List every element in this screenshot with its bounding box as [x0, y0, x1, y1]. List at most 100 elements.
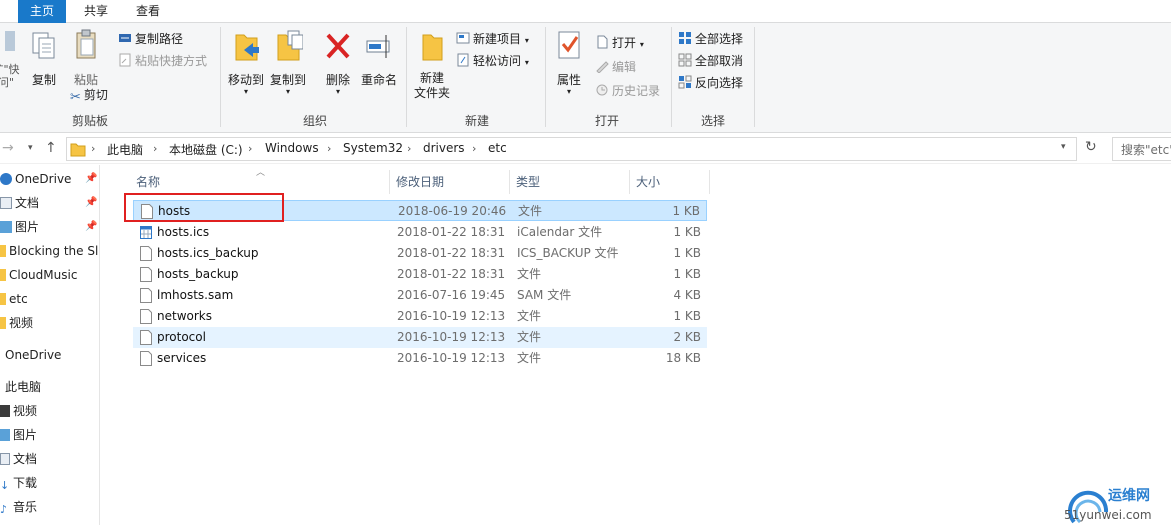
- new-folder-label-2: 文件夹: [413, 86, 450, 100]
- file-row-hosts-ics[interactable]: hosts.ics 2018-01-22 18:31 iCalendar 文件 …: [133, 222, 707, 243]
- rename-button[interactable]: 重命名: [358, 27, 400, 88]
- crumb-separator-icon: ›: [327, 142, 332, 155]
- file-date: 2016-10-19 12:13: [397, 351, 506, 365]
- invert-selection-button[interactable]: 反向选择: [678, 73, 743, 93]
- breadcrumb-drivers[interactable]: drivers: [423, 141, 465, 155]
- breadcrumb-system32[interactable]: System32: [343, 141, 403, 155]
- select-all-button[interactable]: 全部选择: [678, 29, 743, 49]
- search-input[interactable]: 搜索"etc": [1112, 137, 1171, 161]
- column-header-date[interactable]: 修改日期: [390, 170, 510, 194]
- music-icon: ♪: [0, 503, 8, 516]
- dropdown-arrow-icon: ▾: [524, 36, 529, 45]
- nav-item-videos[interactable]: 视频: [0, 400, 37, 422]
- paste-shortcut-icon: [119, 53, 131, 67]
- nav-item-music[interactable]: ♪ 音乐: [0, 496, 37, 518]
- file-type: 文件: [517, 267, 542, 281]
- nav-item-blocking[interactable]: Blocking the Sl: [0, 240, 98, 262]
- column-header-size[interactable]: 大小: [630, 170, 710, 194]
- group-select-label: 选择: [700, 114, 725, 128]
- delete-button[interactable]: 删除 ▾: [320, 27, 356, 96]
- folder-icon: [0, 317, 6, 329]
- select-all-icon: [679, 32, 691, 44]
- file-date: 2018-06-19 20:46: [398, 204, 507, 218]
- pin-icon: [5, 31, 15, 51]
- select-none-button[interactable]: 全部取消: [678, 51, 743, 71]
- refresh-icon[interactable]: ↻: [1085, 139, 1097, 155]
- cut-button[interactable]: ✂ 剪切: [70, 85, 108, 105]
- nav-item-etc[interactable]: etc: [0, 288, 28, 310]
- file-type: 文件: [517, 330, 542, 344]
- file-size: 4 KB: [673, 288, 701, 302]
- ribbon-divider: [545, 27, 546, 127]
- properties-label: 属性: [556, 73, 581, 87]
- file-row-hosts-ics-backup[interactable]: hosts.ics_backup 2018-01-22 18:31 ICS_BA…: [133, 243, 707, 264]
- nav-item-videos-quick[interactable]: 视频: [0, 312, 33, 334]
- nav-item-this-pc[interactable]: 此电脑: [5, 376, 41, 398]
- nav-item-cloudmusic[interactable]: CloudMusic: [0, 264, 77, 286]
- up-arrow-icon[interactable]: ↑: [45, 140, 57, 156]
- nav-item-pictures-pc[interactable]: 图片: [0, 424, 37, 446]
- file-size: 1 KB: [673, 309, 701, 323]
- copy-to-button[interactable]: 复制到 ▾: [268, 27, 308, 96]
- dropdown-arrow-icon: ▾: [639, 40, 644, 49]
- folder-icon: [0, 293, 6, 305]
- file-row-services[interactable]: services 2016-10-19 12:13 文件 18 KB: [133, 348, 707, 369]
- open-button[interactable]: 打开 ▾: [595, 33, 644, 53]
- properties-icon: [558, 31, 580, 59]
- forward-arrow-icon[interactable]: →: [2, 140, 14, 156]
- breadcrumb-etc[interactable]: etc: [488, 141, 507, 155]
- nav-item-pictures[interactable]: 图片: [0, 216, 39, 238]
- file-name: networks: [157, 309, 212, 323]
- easy-access-icon: [457, 53, 469, 67]
- history-button[interactable]: 历史记录: [595, 81, 660, 101]
- edit-label: 编辑: [612, 60, 637, 74]
- address-bar[interactable]: › 此电脑 › 本地磁盘 (C:) › Windows › System32 ›…: [66, 137, 1077, 161]
- new-folder-label-1: 新建: [419, 71, 444, 85]
- tab-share[interactable]: 共享: [72, 0, 120, 23]
- new-folder-button[interactable]: 新建 文件夹: [412, 27, 452, 101]
- file-type: 文件: [517, 351, 542, 365]
- nav-item-downloads[interactable]: ↓ 下载: [0, 472, 37, 494]
- pin-quick-access-button[interactable]: 扩"快 问": [0, 27, 20, 89]
- nav-item-onedrive[interactable]: OneDrive: [0, 168, 71, 190]
- file-size: 1 KB: [673, 246, 701, 260]
- crumb-separator-icon: ›: [248, 142, 253, 155]
- breadcrumb-local-disk[interactable]: 本地磁盘 (C:): [169, 141, 243, 158]
- properties-button[interactable]: 属性 ▾: [551, 27, 587, 96]
- select-none-icon: [678, 53, 692, 67]
- copy-button[interactable]: 复制: [26, 27, 62, 88]
- file-row-protocol[interactable]: protocol 2016-10-19 12:13 文件 2 KB: [133, 327, 707, 348]
- new-item-button[interactable]: 新建项目 ▾: [456, 29, 529, 49]
- file-date: 2016-10-19 12:13: [397, 309, 506, 323]
- column-header-type[interactable]: 类型: [510, 170, 630, 194]
- invert-selection-icon: [678, 75, 692, 89]
- nav-item-documents-pc[interactable]: 文档: [0, 448, 37, 470]
- nav-item-onedrive-root[interactable]: OneDrive: [5, 344, 61, 366]
- column-header-name[interactable]: 名称: [130, 170, 390, 194]
- file-name: protocol: [157, 330, 206, 344]
- file-size: 1 KB: [673, 225, 701, 239]
- nav-item-documents[interactable]: 文档: [0, 192, 39, 214]
- edit-icon: [596, 61, 609, 73]
- copy-path-button[interactable]: 复制路径: [118, 29, 183, 49]
- paste-shortcut-button[interactable]: 粘贴快捷方式: [118, 51, 207, 71]
- edit-button[interactable]: 编辑: [595, 57, 636, 77]
- tab-view[interactable]: 查看: [124, 0, 172, 23]
- breadcrumb-this-pc[interactable]: 此电脑: [107, 141, 143, 158]
- file-name: lmhosts.sam: [157, 288, 234, 302]
- easy-access-button[interactable]: 轻松访问 ▾: [456, 51, 529, 71]
- copy-path-label: 复制路径: [135, 32, 184, 46]
- file-row-hosts-backup[interactable]: hosts_backup 2018-01-22 18:31 文件 1 KB: [133, 264, 707, 285]
- tab-home[interactable]: 主页: [18, 0, 66, 23]
- breadcrumb-windows[interactable]: Windows: [265, 141, 319, 155]
- address-dropdown-icon[interactable]: ▾: [1061, 142, 1066, 152]
- recent-locations-icon[interactable]: ▾: [28, 143, 33, 153]
- file-icon: [140, 267, 152, 282]
- file-row-lmhosts[interactable]: lmhosts.sam 2016-07-16 19:45 SAM 文件 4 KB: [133, 285, 707, 306]
- ribbon-divider: [754, 27, 755, 127]
- file-row-networks[interactable]: networks 2016-10-19 12:13 文件 1 KB: [133, 306, 707, 327]
- move-to-button[interactable]: 移动到 ▾: [226, 27, 266, 96]
- file-name: services: [157, 351, 207, 365]
- ribbon-divider: [220, 27, 221, 127]
- paste-button[interactable]: 粘贴: [68, 27, 104, 88]
